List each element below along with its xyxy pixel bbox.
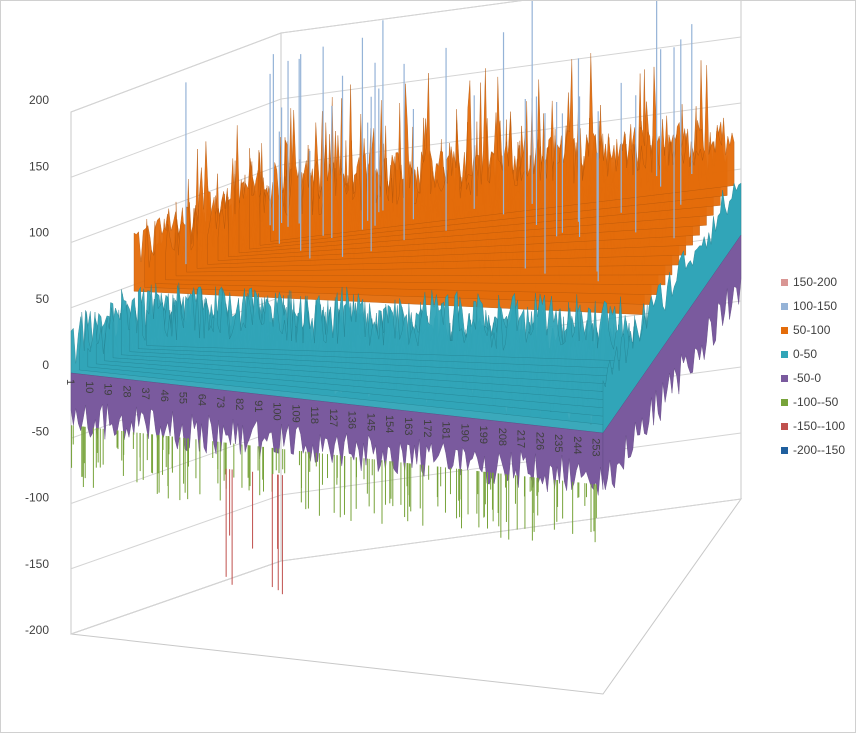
z-tick-label: -150: [25, 557, 49, 571]
legend-label: 100-150: [793, 299, 837, 313]
x-tick: 46: [158, 390, 170, 402]
legend-label: -50-0: [793, 371, 821, 385]
z-tick-label: -200: [25, 623, 49, 637]
legend-swatch: [781, 447, 788, 454]
x-tick: 28: [120, 385, 132, 397]
z-tick-label: 0: [42, 358, 49, 372]
z-tick-label: -50: [32, 424, 50, 438]
x-tick-label: 46: [158, 390, 170, 402]
x-tick: 82: [233, 398, 245, 410]
legend-label: 150-200: [793, 275, 837, 289]
x-tick-label: 64: [195, 394, 207, 406]
legend-swatch: [781, 375, 788, 382]
x-tick-label: 19: [102, 383, 114, 395]
x-tick: 64: [195, 394, 207, 406]
x-tick: 217: [515, 430, 527, 448]
z-tick-label: -100: [25, 491, 49, 505]
x-tick-label: 145: [364, 413, 376, 431]
x-tick: 37: [139, 388, 151, 400]
x-tick: 190: [458, 424, 470, 442]
x-tick-label: 100: [271, 402, 283, 420]
x-tick: 10: [83, 381, 95, 393]
z-tick-label: 100: [29, 226, 49, 240]
x-tick: 19: [102, 383, 114, 395]
legend: 150-200 100-150 50-100 0-50 -50-0 -100--50 -15…: [781, 275, 845, 457]
z-axis-ticks: 200 150 100 50 0 -50 -100 -150 -200: [25, 93, 49, 637]
x-tick-label: 199: [477, 426, 489, 444]
x-tick: 100: [271, 402, 283, 420]
legend-label: -100--50: [793, 395, 839, 409]
x-tick: 181: [440, 421, 452, 439]
legend-label: -200--150: [793, 443, 845, 457]
x-tick-label: 10: [83, 381, 95, 393]
x-tick-label: 91: [252, 400, 264, 412]
x-tick: 73: [214, 396, 226, 408]
legend-label: -150--100: [793, 419, 845, 433]
x-tick: 136: [346, 411, 358, 429]
x-tick-label: 190: [458, 424, 470, 442]
x-tick-label: 154: [383, 415, 395, 433]
x-tick-label: 1: [64, 379, 76, 385]
x-tick: 127: [327, 409, 339, 427]
x-tick-label: 37: [139, 388, 151, 400]
x-tick: 145: [364, 413, 376, 431]
x-tick: 91: [252, 400, 264, 412]
x-tick: 244: [571, 436, 583, 454]
x-tick-label: 127: [327, 409, 339, 427]
x-tick-label: 82: [233, 398, 245, 410]
chart-frame: 200 150 100 50 0 -50 -100 -150 -200 1 10 19 28 37 46 5…: [0, 0, 856, 733]
legend-swatch: [781, 279, 788, 286]
x-tick-label: 235: [552, 434, 564, 452]
x-tick: 109: [289, 404, 301, 422]
legend-swatch: [781, 327, 788, 334]
surface-chart: 200150100500-50-100-150-200 1 10 19 28 37 46 5…: [25, 1, 845, 695]
x-tick: 163: [402, 417, 414, 435]
x-tick: 172: [421, 419, 433, 437]
legend-swatch: [781, 303, 788, 310]
x-tick: 253: [590, 438, 602, 456]
x-tick-label: 226: [533, 432, 545, 450]
x-tick: 208: [496, 428, 508, 446]
z-tick-label: 150: [29, 159, 49, 173]
legend-swatch: [781, 423, 788, 430]
z-tick-label: 200: [29, 93, 49, 107]
gridline: [70, 498, 742, 635]
floor: [70, 498, 743, 695]
x-tick: 235: [552, 434, 564, 452]
x-tick: 154: [383, 415, 395, 433]
x-tick: 55: [177, 392, 189, 404]
x-tick-label: 163: [402, 417, 414, 435]
x-tick: 118: [308, 407, 320, 425]
x-tick-label: 253: [590, 438, 602, 456]
legend-swatch: [781, 351, 788, 358]
x-tick-label: 244: [571, 436, 583, 454]
x-tick-label: 55: [177, 392, 189, 404]
x-tick-label: 118: [308, 407, 320, 425]
legend-label: 50-100: [793, 323, 831, 337]
legend-label: 0-50: [793, 347, 817, 361]
x-tick-label: 28: [120, 385, 132, 397]
x-tick-label: 181: [440, 421, 452, 439]
x-tick-label: 109: [289, 404, 301, 422]
legend-swatch: [781, 399, 788, 406]
x-tick: 199: [477, 426, 489, 444]
x-tick-label: 217: [515, 430, 527, 448]
x-tick-label: 208: [496, 428, 508, 446]
surface-back: [133, 1, 735, 315]
z-tick-label: 50: [36, 292, 50, 306]
x-tick: 1: [64, 379, 76, 385]
x-tick-label: 136: [346, 411, 358, 429]
x-tick-label: 172: [421, 419, 433, 437]
x-tick: 226: [533, 432, 545, 450]
x-tick-label: 73: [214, 396, 226, 408]
